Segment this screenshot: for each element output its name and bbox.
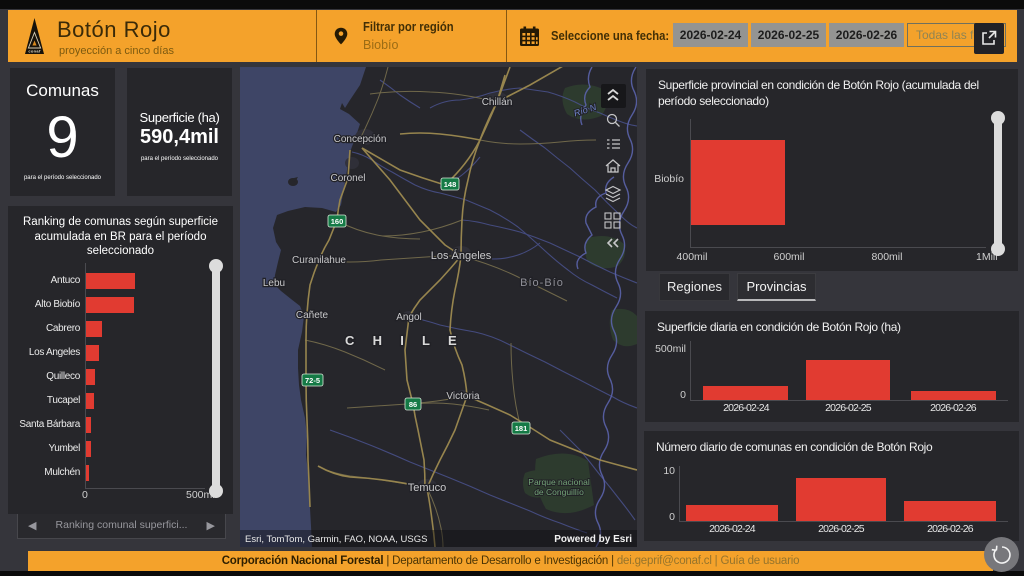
- svg-text:Lebu: Lebu: [263, 278, 285, 289]
- svg-text:Chillán: Chillán: [482, 97, 513, 108]
- svg-text:Bío-Bío: Bío-Bío: [520, 277, 564, 289]
- svg-text:Victoria: Victoria: [446, 391, 480, 402]
- svg-text:160: 160: [331, 217, 344, 226]
- svg-text:Cañete: Cañete: [296, 310, 329, 321]
- svg-text:conaf: conaf: [28, 49, 41, 54]
- svg-text:148: 148: [444, 180, 457, 189]
- svg-text:C H I L E: C H I L E: [345, 333, 464, 348]
- svg-text:Angol: Angol: [396, 312, 422, 323]
- svg-text:Concepción: Concepción: [334, 134, 387, 145]
- svg-text:Powered by Esri: Powered by Esri: [554, 534, 632, 545]
- svg-text:Temuco: Temuco: [408, 482, 447, 494]
- svg-text:86: 86: [409, 400, 417, 409]
- svg-text:Los Ángeles: Los Ángeles: [431, 249, 492, 262]
- svg-text:72-5: 72-5: [305, 376, 320, 385]
- svg-text:Parque nacional: Parque nacional: [528, 477, 590, 487]
- svg-text:Curanilahue: Curanilahue: [292, 255, 346, 266]
- svg-text:181: 181: [515, 424, 528, 433]
- svg-text:Esri, TomTom, Garmin, FAO, NOA: Esri, TomTom, Garmin, FAO, NOAA, USGS: [245, 534, 427, 545]
- svg-text:Coronel: Coronel: [330, 173, 365, 184]
- svg-text:de Conguillío: de Conguillío: [534, 487, 584, 497]
